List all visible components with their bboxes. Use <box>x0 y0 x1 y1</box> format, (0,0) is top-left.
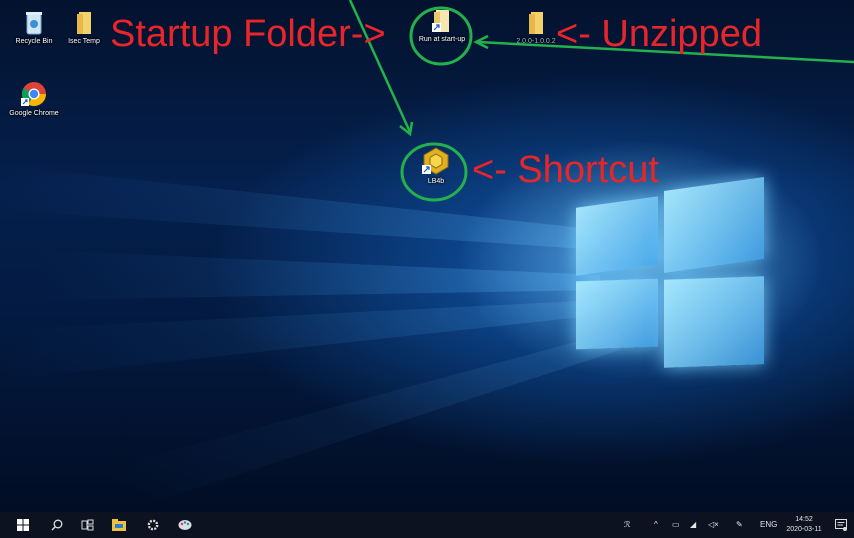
speaker-muted-icon[interactable]: ◁× <box>708 519 719 531</box>
notification-icon <box>835 519 847 531</box>
annotation-circle-startup <box>409 6 473 66</box>
settings-button[interactable] <box>138 512 168 538</box>
desktop-screen: Recycle Bin Isec Temp Google Chrome Run … <box>0 0 854 538</box>
task-view-icon <box>81 519 93 531</box>
file-explorer-button[interactable] <box>104 512 134 538</box>
taskbar: ℛ ^ ▭ ◢ ◁× ✎ ENG 14:52 2020-03-11 <box>0 512 854 538</box>
task-view-button[interactable] <box>72 512 102 538</box>
search-icon <box>51 519 63 531</box>
search-button[interactable] <box>42 512 72 538</box>
ink-workspace-icon[interactable]: ℛ <box>624 519 630 531</box>
annotation-overlay <box>348 0 854 202</box>
network-icon[interactable]: ◢ <box>690 519 696 531</box>
clock-date: 2020-03-11 <box>786 526 822 533</box>
start-button[interactable] <box>8 512 38 538</box>
file-explorer-icon <box>112 519 126 531</box>
paint-button[interactable] <box>170 512 200 538</box>
paint-icon <box>178 520 192 530</box>
language-indicator[interactable]: ENG <box>760 519 777 531</box>
annotation-shortcut: <- Shortcut <box>472 149 659 191</box>
gear-icon <box>147 519 159 531</box>
pen-icon[interactable]: ✎ <box>736 519 743 531</box>
clock-time: 14:52 <box>795 516 813 523</box>
annotation-unzipped: <- Unzipped <box>556 13 762 55</box>
annotation-circle-shortcut <box>400 142 468 202</box>
windows-start-icon <box>17 519 29 531</box>
battery-icon[interactable]: ▭ <box>672 519 680 531</box>
annotation-startup-folder: Startup Folder-> <box>110 13 386 55</box>
chevron-up-icon[interactable]: ^ <box>654 519 658 531</box>
action-center-button[interactable] <box>830 512 852 538</box>
clock[interactable]: 14:52 2020-03-11 <box>782 515 826 535</box>
